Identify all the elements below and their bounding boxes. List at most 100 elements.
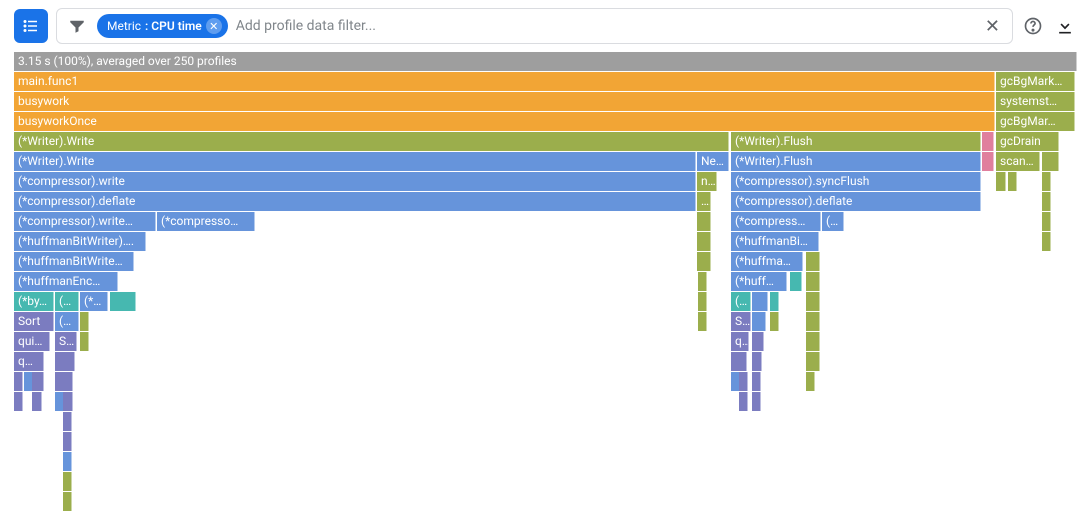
download-button[interactable]: [1053, 14, 1077, 38]
flame-bar[interactable]: gcDrain: [996, 132, 1059, 151]
flame-bar[interactable]: Sort: [14, 312, 54, 331]
flame-bar[interactable]: [63, 472, 72, 491]
flame-bar[interactable]: …: [697, 192, 711, 211]
filter-bar[interactable]: Metric : CPU time ✕ Add profile data fil…: [56, 8, 1013, 44]
flame-bar[interactable]: (*compressor).write: [14, 172, 696, 191]
flame-bar[interactable]: (*Writer).Write: [14, 132, 729, 151]
flame-bar[interactable]: [63, 452, 72, 471]
flame-bar[interactable]: [982, 132, 994, 151]
flame-bar[interactable]: (*compressor).syncFlush: [731, 172, 981, 191]
filter-input[interactable]: Add profile data filter...: [236, 18, 973, 34]
flame-bar[interactable]: [32, 392, 42, 411]
clear-filters-button[interactable]: ✕: [981, 16, 1004, 37]
flame-bar[interactable]: (*Writer).Flush: [731, 132, 981, 151]
flame-bar[interactable]: [1050, 152, 1059, 171]
flame-bar[interactable]: [752, 392, 761, 411]
flame-bar[interactable]: (*compressor).deflate: [731, 192, 981, 211]
flame-bar[interactable]: [1042, 172, 1051, 191]
flame-bar[interactable]: [739, 392, 748, 411]
flame-bar[interactable]: (*compressor).deflate: [14, 192, 696, 211]
flame-bar[interactable]: [752, 292, 768, 311]
flame-bar[interactable]: [63, 412, 72, 431]
filter-icon[interactable]: [65, 14, 89, 38]
flame-bar[interactable]: [1042, 192, 1051, 211]
flame-bar[interactable]: [63, 392, 73, 411]
flame-bar[interactable]: gcBgMark…: [996, 72, 1075, 91]
flame-bar[interactable]: (*…: [55, 312, 79, 331]
flame-bar[interactable]: [697, 212, 711, 231]
metric-chip[interactable]: Metric : CPU time ✕: [97, 14, 228, 38]
flame-bar[interactable]: [55, 352, 75, 371]
flame-bar[interactable]: Ne…: [697, 152, 729, 171]
flame-bar[interactable]: (*compresso…: [157, 212, 255, 231]
flame-bar[interactable]: [698, 272, 707, 291]
flame-graph[interactable]: 3.15 s (100%), averaged over 250 profile…: [14, 52, 1077, 512]
flame-bar[interactable]: main.func1: [14, 72, 995, 91]
flame-bar[interactable]: q…: [731, 332, 749, 351]
flame-bar[interactable]: (*…: [822, 212, 844, 231]
flame-bar[interactable]: qui…: [14, 332, 50, 351]
flame-bar[interactable]: [790, 272, 802, 291]
flame-bar[interactable]: [698, 312, 707, 331]
flame-bar[interactable]: (*…: [80, 292, 108, 311]
flame-bar[interactable]: (*huffmanBitWrite…: [14, 252, 134, 271]
flame-bar[interactable]: [806, 352, 820, 371]
flame-bar[interactable]: [806, 312, 820, 331]
flame-bar[interactable]: systemst…: [996, 92, 1075, 111]
flame-bar[interactable]: (*…: [55, 292, 79, 311]
flame-bar[interactable]: [14, 392, 23, 411]
flame-bar[interactable]: [806, 272, 820, 291]
flame-bar[interactable]: [80, 332, 89, 351]
help-button[interactable]: [1021, 14, 1045, 38]
flame-bar[interactable]: (*compress…: [731, 212, 821, 231]
flame-bar[interactable]: (*huffmanBi…: [731, 232, 819, 251]
flame-bar[interactable]: gcBgMar…: [996, 112, 1075, 131]
flame-bar[interactable]: [63, 432, 72, 451]
flame-bar[interactable]: (*Writer).Write: [14, 152, 696, 171]
flame-bar[interactable]: [80, 312, 89, 331]
flame-bar[interactable]: n…: [697, 172, 717, 191]
flame-bar[interactable]: [14, 372, 23, 391]
flame-bar[interactable]: [806, 372, 815, 391]
flame-bar[interactable]: (*huffmanEnc…: [14, 272, 118, 291]
flame-bar[interactable]: [806, 332, 820, 351]
flame-bar[interactable]: [752, 312, 766, 331]
flame-bar[interactable]: 3.15 s (100%), averaged over 250 profile…: [14, 52, 1077, 71]
flame-bar[interactable]: [697, 232, 711, 251]
flame-row: (*huffmanBitWriter)…. (*huffmanBi…: [14, 232, 1077, 252]
flame-bar[interactable]: (…: [731, 292, 751, 311]
flame-bar[interactable]: [770, 312, 779, 331]
flame-bar[interactable]: busyworkOnce: [14, 112, 995, 131]
flame-bar[interactable]: [752, 372, 761, 391]
flame-bar[interactable]: scan…: [996, 152, 1040, 171]
flame-bar[interactable]: (*huffmanBitWriter)….: [14, 232, 146, 251]
flame-bar[interactable]: (*huffma…: [731, 252, 803, 271]
flame-bar[interactable]: (*compressor).write…: [14, 212, 156, 231]
flame-bar[interactable]: (*huff…: [731, 272, 787, 291]
chip-remove-icon[interactable]: ✕: [206, 18, 222, 34]
flame-bar[interactable]: (*Writer).Flush: [731, 152, 981, 171]
flame-bar[interactable]: [110, 292, 136, 311]
flame-bar[interactable]: q…: [14, 352, 44, 371]
flame-bar[interactable]: [752, 332, 764, 351]
flame-bar[interactable]: [1008, 172, 1017, 191]
flame-bar[interactable]: [1042, 232, 1051, 251]
flame-bar[interactable]: [770, 292, 779, 311]
flame-bar[interactable]: [1042, 212, 1051, 231]
flame-bar[interactable]: [996, 172, 1006, 191]
flame-bar[interactable]: busywork: [14, 92, 995, 111]
flame-bar[interactable]: [806, 252, 820, 271]
flame-bar[interactable]: [32, 372, 44, 391]
flame-bar[interactable]: [55, 372, 73, 391]
flame-bar[interactable]: [739, 372, 748, 391]
flame-bar[interactable]: [806, 292, 820, 311]
flame-bar[interactable]: [731, 352, 747, 371]
flame-bar[interactable]: (*by…: [14, 292, 54, 311]
flame-bar[interactable]: S…: [55, 332, 77, 351]
list-view-button[interactable]: [14, 9, 48, 43]
flame-bar[interactable]: [752, 352, 762, 371]
flame-bar[interactable]: [982, 152, 994, 171]
flame-bar[interactable]: [697, 252, 711, 271]
flame-bar[interactable]: S…: [731, 312, 751, 331]
flame-bar[interactable]: [698, 292, 707, 311]
